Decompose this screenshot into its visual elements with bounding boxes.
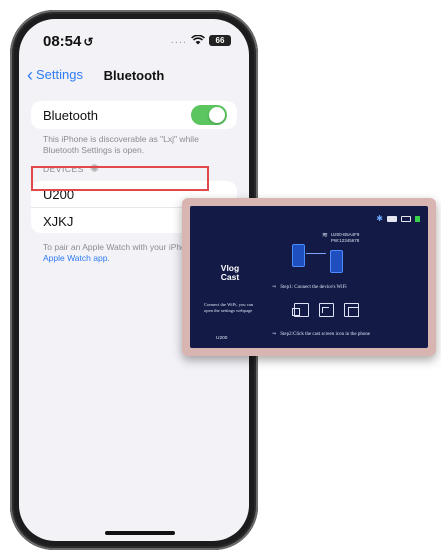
wifi-ssid: U200-B5A4F9 xyxy=(330,232,360,237)
screen-mirror-icon xyxy=(292,303,309,317)
wifi-credentials: U200-B5A4F9 PW:12345678 xyxy=(331,232,360,243)
connect-instructions: Connect the WiFi, you can open the setti… xyxy=(204,302,254,313)
cast-screen-icons xyxy=(292,303,359,317)
model-label: U200 xyxy=(216,336,228,341)
battery-outline-icon xyxy=(401,215,411,222)
status-icons: .... 66 xyxy=(171,34,231,46)
status-time-text: 08:54 xyxy=(43,33,82,50)
bluetooth-toggle-row: Bluetooth xyxy=(31,101,237,129)
status-time: 08:54 ↺ xyxy=(43,33,93,50)
wifi-icon: ≋ xyxy=(322,232,328,239)
cast-wifi-info: ≋ U200-B5A4F9 PW:12345678 xyxy=(322,232,359,243)
bluetooth-label: Bluetooth xyxy=(43,108,98,123)
home-indicator xyxy=(105,531,175,535)
cast-icon xyxy=(319,303,334,317)
signal-icon: .... xyxy=(170,34,187,46)
bluetooth-toggle[interactable] xyxy=(191,105,227,125)
step2-text: Step2:Click the cast screen icon in the … xyxy=(280,332,371,337)
power-indicator-icon xyxy=(415,215,420,222)
sync-icon: ↺ xyxy=(83,35,94,49)
status-bar: 08:54 ↺ .... 66 xyxy=(19,19,249,59)
phone-illustration-icon xyxy=(292,244,305,267)
usb-icon xyxy=(387,215,397,222)
multi-screen-icon xyxy=(344,303,359,317)
step2-instruction: ⇒ Step2:Click the cast screen icon in the… xyxy=(272,331,370,337)
arrow-icon: ⇒ xyxy=(272,332,277,337)
apple-watch-app-link[interactable]: Apple Watch app. xyxy=(43,253,110,263)
cast-device-screen: ✱ ≋ U200-B5A4F9 PW:12345678 Vlog Cast Co… xyxy=(190,206,428,348)
cast-status-icons: ✱ xyxy=(376,214,420,223)
toggle-knob xyxy=(209,107,225,123)
arrow-right-icon xyxy=(306,253,326,254)
navigation-bar: ‹ Settings Bluetooth xyxy=(19,63,249,91)
device-highlight-box xyxy=(31,166,209,191)
battery-icon: 66 xyxy=(209,34,231,46)
phone-illustration-icon xyxy=(330,250,343,273)
wifi-password: PW:12345678 xyxy=(330,237,360,243)
discoverable-note: This iPhone is discoverable as "Lxj" whi… xyxy=(43,134,199,155)
page-title: Bluetooth xyxy=(103,68,165,83)
step1-instruction: ⇒ Step1: Connect the device's WiFi xyxy=(272,284,347,290)
cast-device-frame: ✱ ≋ U200-B5A4F9 PW:12345678 Vlog Cast Co… xyxy=(182,198,436,356)
cast-title-line2: Cast xyxy=(220,272,240,282)
device-name: XJKJ xyxy=(43,214,74,229)
bluetooth-icon: ✱ xyxy=(376,214,383,223)
arrow-icon: ⇒ xyxy=(272,285,277,290)
step1-text: Step1: Connect the device's WiFi xyxy=(280,285,347,290)
cast-app-title: Vlog Cast xyxy=(210,264,250,282)
wifi-icon xyxy=(191,35,205,45)
